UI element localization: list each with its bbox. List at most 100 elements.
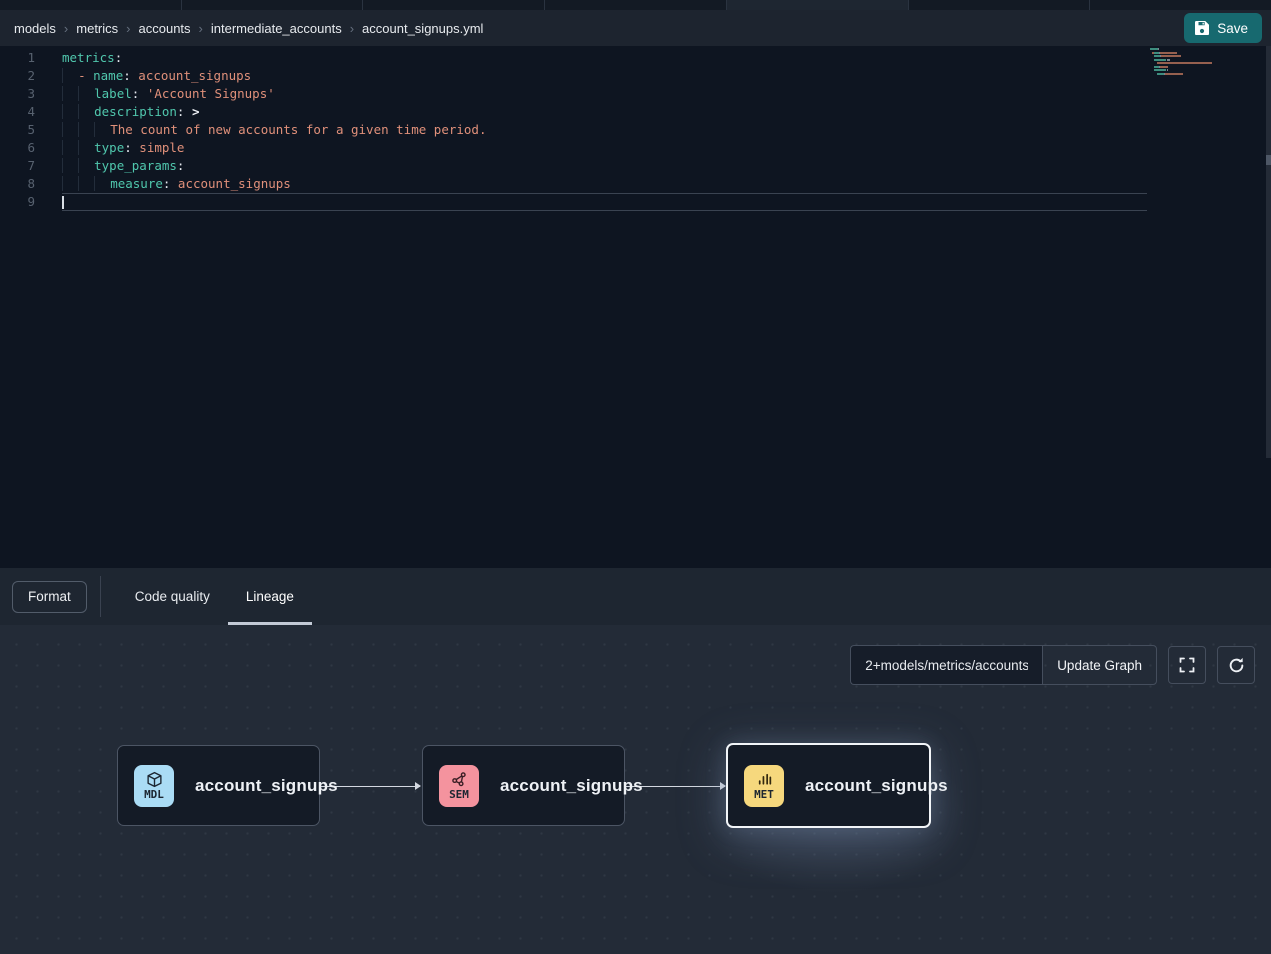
breadcrumb-separator-icon: › — [64, 21, 68, 36]
top-tab-strip — [0, 0, 1271, 10]
minimap-line — [1150, 69, 1212, 71]
lineage-canvas[interactable]: Update Graph MDLaccount_signupsSEMaccoun… — [0, 625, 1271, 954]
code-token — [78, 104, 94, 119]
code-token: : — [124, 140, 132, 155]
code-token: simple — [132, 140, 185, 155]
tab-lineage[interactable]: Lineage — [228, 568, 312, 625]
editor-scrollbar[interactable] — [1266, 46, 1271, 458]
refresh-button[interactable] — [1217, 646, 1255, 684]
panel-divider — [100, 576, 101, 617]
minimap-line — [1150, 48, 1212, 50]
line-number: 8 — [0, 175, 62, 193]
node-label: account_signups — [500, 776, 643, 796]
breadcrumb-item[interactable]: intermediate_accounts — [211, 21, 342, 36]
breadcrumb-separator-icon: › — [350, 21, 354, 36]
cube-icon — [146, 771, 163, 788]
breadcrumb-item[interactable]: models — [14, 21, 56, 36]
code-line[interactable]: type_params: — [62, 157, 1147, 175]
code-line[interactable]: metrics: — [62, 49, 1147, 67]
mdl-badge: MDL — [134, 765, 174, 807]
code-token — [78, 122, 94, 137]
lineage-controls: Update Graph — [850, 645, 1255, 685]
lineage-node-met-account_signups[interactable]: METaccount_signups — [726, 743, 931, 828]
code-token — [62, 140, 78, 155]
code-token — [62, 176, 78, 191]
code-token — [94, 176, 110, 191]
code-token: The count of new accounts for a given ti… — [110, 122, 486, 137]
breadcrumb-item[interactable]: account_signups.yml — [362, 21, 483, 36]
top-tab-segment-3[interactable] — [363, 0, 545, 10]
code-editor[interactable]: 123456789 metrics: - name: account_signu… — [0, 46, 1271, 568]
line-number: 4 — [0, 103, 62, 121]
line-number: 1 — [0, 49, 62, 67]
code-line[interactable]: The count of new accounts for a given ti… — [62, 121, 1147, 139]
format-button[interactable]: Format — [12, 581, 87, 613]
code-line[interactable]: type: simple — [62, 139, 1147, 157]
code-token — [94, 122, 110, 137]
node-label: account_signups — [195, 776, 338, 796]
editor-line-numbers: 123456789 — [0, 49, 62, 211]
breadcrumb: models › metrics › accounts › intermediate_acc… — [14, 21, 483, 36]
fullscreen-button[interactable] — [1168, 646, 1206, 684]
bottom-panel-tabs: Code qualityLineage — [117, 568, 312, 625]
file-header-bar: models › metrics › accounts › intermediate_acc… — [0, 10, 1271, 46]
code-token — [62, 86, 78, 101]
lineage-node-mdl-account_signups[interactable]: MDLaccount_signups — [117, 745, 320, 826]
code-line[interactable]: - name: account_signups — [62, 67, 1147, 85]
minimap-line — [1150, 76, 1212, 78]
badge-label: SEM — [449, 789, 469, 801]
code-token: 'Account Signups' — [139, 86, 274, 101]
top-tab-segment-5[interactable] — [727, 0, 909, 10]
code-line[interactable]: label: 'Account Signups' — [62, 85, 1147, 103]
code-token — [78, 140, 94, 155]
editor-minimap[interactable] — [1150, 48, 1212, 80]
code-line[interactable]: measure: account_signups — [62, 175, 1147, 193]
breadcrumb-item[interactable]: metrics — [76, 21, 118, 36]
node-label: account_signups — [805, 776, 948, 796]
minimap-line — [1150, 73, 1212, 75]
breadcrumb-item[interactable]: accounts — [139, 21, 191, 36]
top-tab-segment-7[interactable] — [1090, 0, 1271, 10]
code-token — [62, 122, 78, 137]
code-token: type_params — [94, 158, 177, 173]
metric-chart-icon — [756, 771, 773, 788]
top-tab-segment-2[interactable] — [182, 0, 364, 10]
code-token: account_signups — [170, 176, 290, 191]
minimap-line — [1150, 66, 1212, 68]
tab-code-quality[interactable]: Code quality — [117, 568, 228, 625]
code-token — [78, 158, 94, 173]
top-tab-segment-1[interactable] — [0, 0, 182, 10]
code-token: label — [94, 86, 132, 101]
top-tab-segment-6[interactable] — [909, 0, 1091, 10]
editor-code-area[interactable]: metrics: - name: account_signups label: … — [62, 49, 1147, 211]
refresh-icon — [1228, 657, 1245, 674]
bottom-panel-header: Format Code qualityLineage — [0, 568, 1271, 625]
save-button-label: Save — [1217, 21, 1248, 36]
badge-label: MDL — [144, 789, 164, 801]
lineage-node-sem-account_signups[interactable]: SEMaccount_signups — [422, 745, 625, 826]
code-line-current[interactable] — [62, 193, 1147, 211]
code-token: measure — [110, 176, 163, 191]
save-button[interactable]: Save — [1184, 13, 1262, 43]
editor-scrollbar-thumb[interactable] — [1266, 155, 1271, 165]
top-tab-segment-4[interactable] — [545, 0, 727, 10]
code-token: type — [94, 140, 124, 155]
code-token: : — [123, 68, 131, 83]
update-graph-button[interactable]: Update Graph — [1042, 645, 1157, 685]
line-number: 9 — [0, 193, 62, 211]
code-token: > — [192, 104, 200, 119]
line-number: 7 — [0, 157, 62, 175]
sem-badge: SEM — [439, 765, 479, 807]
code-token: : — [177, 158, 185, 173]
code-token — [78, 86, 94, 101]
code-token — [62, 68, 78, 83]
code-token: : — [115, 50, 123, 65]
line-number: 2 — [0, 67, 62, 85]
code-token — [62, 104, 78, 119]
code-line[interactable]: description: > — [62, 103, 1147, 121]
breadcrumb-separator-icon: › — [126, 21, 130, 36]
lineage-selector-input[interactable] — [850, 645, 1042, 685]
line-number: 6 — [0, 139, 62, 157]
code-token — [78, 176, 94, 191]
code-token: - — [78, 68, 93, 83]
